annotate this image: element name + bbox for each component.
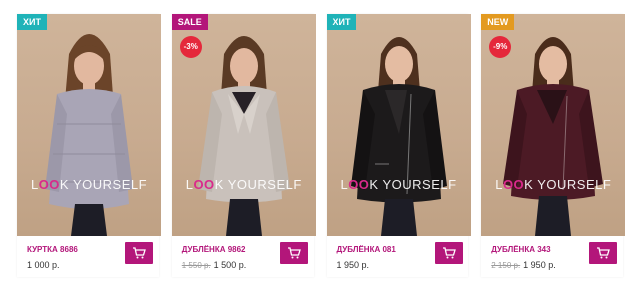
product-price: 1 000 р. bbox=[27, 260, 60, 270]
product-card[interactable]: ХИТ LOOK YOURSELF КУРТКА 8686 1 000 р. bbox=[17, 14, 161, 277]
product-grid: ХИТ LOOK YOURSELF КУРТКА 8686 1 000 р. S… bbox=[17, 14, 626, 277]
brand-watermark: LOOK YOURSELF bbox=[495, 177, 612, 192]
product-photo[interactable]: ХИТ LOOK YOURSELF bbox=[17, 14, 161, 236]
product-name[interactable]: ДУБЛЁНКА 343 bbox=[491, 245, 550, 254]
discount-badge: -3% bbox=[179, 36, 202, 58]
product-name[interactable]: КУРТКА 8686 bbox=[27, 245, 78, 254]
cart-icon bbox=[442, 247, 456, 259]
cart-icon bbox=[133, 247, 146, 259]
product-photo[interactable]: ХИТ LOOK YOURSELF bbox=[326, 14, 471, 236]
current-price: 1 500 р. bbox=[213, 260, 247, 270]
brand-watermark: LOOK YOURSELF bbox=[340, 177, 457, 192]
product-info: ДУБЛЁНКА 9862 1 550 р. 1 500 р. bbox=[172, 236, 316, 277]
product-photo[interactable]: SALE -3% LOOK YOURSELF bbox=[171, 14, 316, 236]
add-to-cart-button[interactable] bbox=[589, 242, 618, 264]
add-to-cart-button[interactable] bbox=[434, 242, 463, 264]
product-card[interactable]: NEW -9% LOOK YOURSELF ДУБЛЁНКА 343 2 150… bbox=[481, 14, 626, 277]
hit-badge: ХИТ bbox=[17, 14, 47, 30]
add-to-cart-button[interactable] bbox=[279, 242, 308, 264]
cart-icon bbox=[287, 247, 301, 259]
old-price: 1 550 р. bbox=[181, 261, 211, 270]
add-to-cart-button[interactable] bbox=[125, 242, 153, 264]
product-info: ДУБЛЁНКА 081 1 950 р. bbox=[327, 236, 471, 277]
new-badge: NEW bbox=[481, 14, 515, 30]
product-info: ДУБЛЁНКА 343 2 150 р. 1 950 р. bbox=[481, 236, 625, 277]
model-illustration bbox=[350, 37, 447, 236]
hit-badge: ХИТ bbox=[326, 14, 357, 30]
model-illustration bbox=[45, 34, 133, 236]
current-price: 1 000 р. bbox=[27, 260, 60, 270]
product-info: КУРТКА 8686 1 000 р. bbox=[17, 236, 161, 277]
current-price: 1 950 р. bbox=[336, 260, 370, 270]
cart-icon bbox=[597, 247, 611, 259]
product-price: 1 950 р. bbox=[337, 260, 370, 270]
current-price: 1 950 р. bbox=[523, 260, 556, 270]
product-name[interactable]: ДУБЛЁНКА 9862 bbox=[182, 245, 246, 254]
brand-watermark: LOOK YOURSELF bbox=[30, 177, 148, 192]
product-card[interactable]: SALE -3% LOOK YOURSELF ДУБЛЁНКА 9862 1 5… bbox=[171, 14, 316, 277]
brand-watermark: LOOK YOURSELF bbox=[185, 177, 302, 192]
old-price: 2 150 р. bbox=[491, 261, 521, 270]
product-card[interactable]: ХИТ LOOK YOURSELF ДУБЛЁНКА 081 1 950 р. bbox=[326, 14, 471, 277]
sale-badge: SALE bbox=[171, 14, 208, 30]
product-price: 2 150 р. 1 950 р. bbox=[491, 260, 555, 270]
product-price: 1 550 р. 1 500 р. bbox=[182, 260, 246, 270]
product-name[interactable]: ДУБЛЁНКА 081 bbox=[337, 245, 396, 254]
product-photo[interactable]: NEW -9% LOOK YOURSELF bbox=[481, 14, 626, 236]
